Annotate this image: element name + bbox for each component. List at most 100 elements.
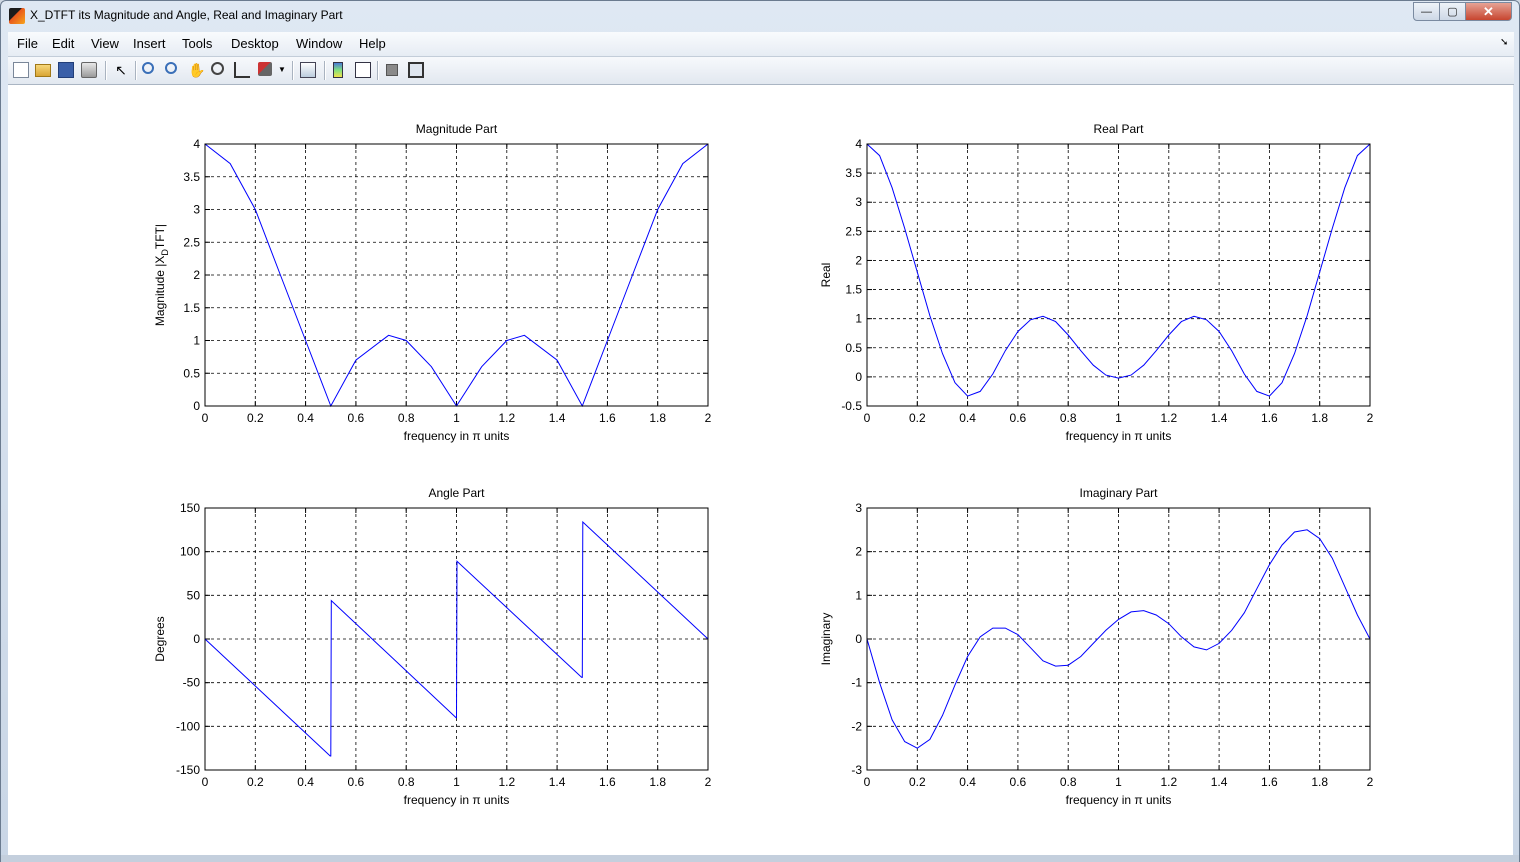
title-bar[interactable]: X_DTFT its Magnitude and Angle, Real and… (1, 1, 1519, 31)
matlab-icon (9, 8, 25, 24)
y-tick-label: 100 (180, 545, 200, 559)
figure-window: X_DTFT its Magnitude and Angle, Real and… (0, 0, 1520, 862)
menu-edit[interactable]: Edit (52, 36, 74, 51)
show-plot-tools-icon[interactable] (408, 62, 424, 78)
y-tick-label: -2 (851, 719, 862, 733)
x-tick-label: 0.2 (909, 411, 926, 425)
y-tick-label: 50 (187, 588, 201, 602)
hide-plot-tools-icon[interactable] (386, 64, 398, 76)
x-axis-label: frequency in π units (1066, 793, 1172, 807)
toolbar-separator (377, 61, 378, 80)
x-tick-label: 2 (1367, 411, 1374, 425)
maximize-button[interactable]: ▢ (1439, 2, 1466, 21)
colorbar-icon[interactable] (333, 62, 343, 78)
menu-view[interactable]: View (91, 36, 119, 51)
y-tick-label: 2.5 (183, 235, 200, 249)
open-file-icon[interactable] (35, 64, 51, 77)
x-tick-label: 0.4 (297, 411, 314, 425)
pan-hand-icon[interactable]: ✋ (188, 62, 205, 78)
save-icon[interactable] (58, 62, 74, 78)
x-tick-label: 0 (202, 411, 209, 425)
toolbar-separator (324, 61, 325, 80)
y-tick-label: 3.5 (183, 170, 200, 184)
y-tick-label: 0.5 (845, 341, 862, 355)
data-cursor-icon[interactable] (234, 62, 250, 78)
y-tick-label: 2 (855, 253, 862, 267)
x-tick-label: 1.6 (599, 411, 616, 425)
print-icon[interactable] (81, 62, 97, 78)
subplot-title: Imaginary Part (1079, 486, 1158, 500)
x-tick-label: 0.4 (959, 411, 976, 425)
y-tick-label: 2 (193, 268, 200, 282)
subplot-title: Real Part (1093, 122, 1144, 136)
y-tick-label: 150 (180, 501, 200, 515)
y-tick-label: 2.5 (845, 224, 862, 238)
menu-desktop[interactable]: Desktop (231, 36, 279, 51)
menu-file[interactable]: File (17, 36, 38, 51)
x-tick-label: 1.2 (1160, 775, 1177, 789)
x-tick-label: 0.8 (1060, 411, 1077, 425)
x-tick-label: 0.6 (1010, 411, 1027, 425)
y-tick-label: 4 (193, 137, 200, 151)
x-tick-label: 2 (705, 411, 712, 425)
link-plot-icon[interactable] (300, 62, 316, 78)
x-tick-label: 1.8 (1311, 775, 1328, 789)
new-figure-icon[interactable] (13, 62, 29, 78)
figure-toolbar: ↖ ✋ ▼ (8, 57, 1514, 85)
x-tick-label: 1.8 (1311, 411, 1328, 425)
menu-tools[interactable]: Tools (182, 36, 212, 51)
x-tick-label: 1.6 (599, 775, 616, 789)
subplot-title: Angle Part (428, 486, 485, 500)
y-tick-label: -50 (183, 676, 201, 690)
y-tick-label: 3 (855, 195, 862, 209)
y-axis-label: Real (819, 263, 833, 288)
y-tick-label: -3 (851, 763, 862, 777)
brush-icon[interactable] (258, 62, 272, 76)
y-tick-label: -0.5 (841, 399, 862, 413)
x-tick-label: 1 (453, 775, 460, 789)
x-tick-label: 0.6 (348, 775, 365, 789)
x-tick-label: 0 (864, 411, 871, 425)
y-tick-label: 1.5 (183, 301, 200, 315)
x-tick-label: 1 (453, 411, 460, 425)
y-tick-label: -1 (851, 676, 862, 690)
menu-overflow-icon[interactable]: ➘ (1500, 37, 1508, 48)
minimize-button[interactable]: — (1413, 2, 1440, 21)
subplot-4: 0 0.2 0.4 0.6 0.8 1 1.2 1.4 1.6 1.8 2 -3 -2 -1 0 1 2 3 Ima… (819, 486, 1374, 807)
x-tick-label: 1 (1115, 411, 1122, 425)
x-tick-label: 1.6 (1261, 411, 1278, 425)
x-tick-label: 2 (705, 775, 712, 789)
x-tick-label: 1.8 (649, 411, 666, 425)
y-tick-label: 4 (855, 137, 862, 151)
subplot-title: Magnitude Part (416, 122, 498, 136)
menu-bar: File Edit View Insert Tools Desktop Wind… (8, 32, 1514, 57)
x-tick-label: 1 (1115, 775, 1122, 789)
y-tick-label: 2 (855, 545, 862, 559)
zoom-out-icon[interactable] (165, 62, 177, 74)
menu-help[interactable]: Help (359, 36, 386, 51)
y-tick-label: 0 (855, 632, 862, 646)
y-tick-label: 0 (193, 632, 200, 646)
y-tick-label: 3 (855, 501, 862, 515)
x-tick-label: 1.4 (549, 775, 566, 789)
x-tick-label: 1.4 (1211, 411, 1228, 425)
x-tick-label: 0.8 (398, 411, 415, 425)
y-tick-label: 1 (855, 588, 862, 602)
legend-icon[interactable] (355, 62, 371, 78)
x-tick-label: 0.4 (297, 775, 314, 789)
close-button[interactable]: ✕ (1465, 2, 1512, 21)
window-bottom-border (1, 855, 1519, 862)
x-tick-label: 0.6 (1010, 775, 1027, 789)
edit-plot-arrow-icon[interactable]: ↖ (113, 62, 129, 78)
x-tick-label: 0.2 (909, 775, 926, 789)
rotate-3d-icon[interactable] (211, 62, 224, 75)
y-tick-label: 3.5 (845, 166, 862, 180)
brush-dropdown-icon[interactable]: ▼ (278, 62, 286, 78)
x-tick-label: 0.2 (247, 411, 264, 425)
menu-insert[interactable]: Insert (133, 36, 166, 51)
y-tick-label: 0 (193, 399, 200, 413)
x-tick-label: 2 (1367, 775, 1374, 789)
zoom-in-icon[interactable] (142, 62, 154, 74)
y-axis-label: Magnitude |XDTFT| (153, 224, 170, 326)
menu-window[interactable]: Window (296, 36, 342, 51)
